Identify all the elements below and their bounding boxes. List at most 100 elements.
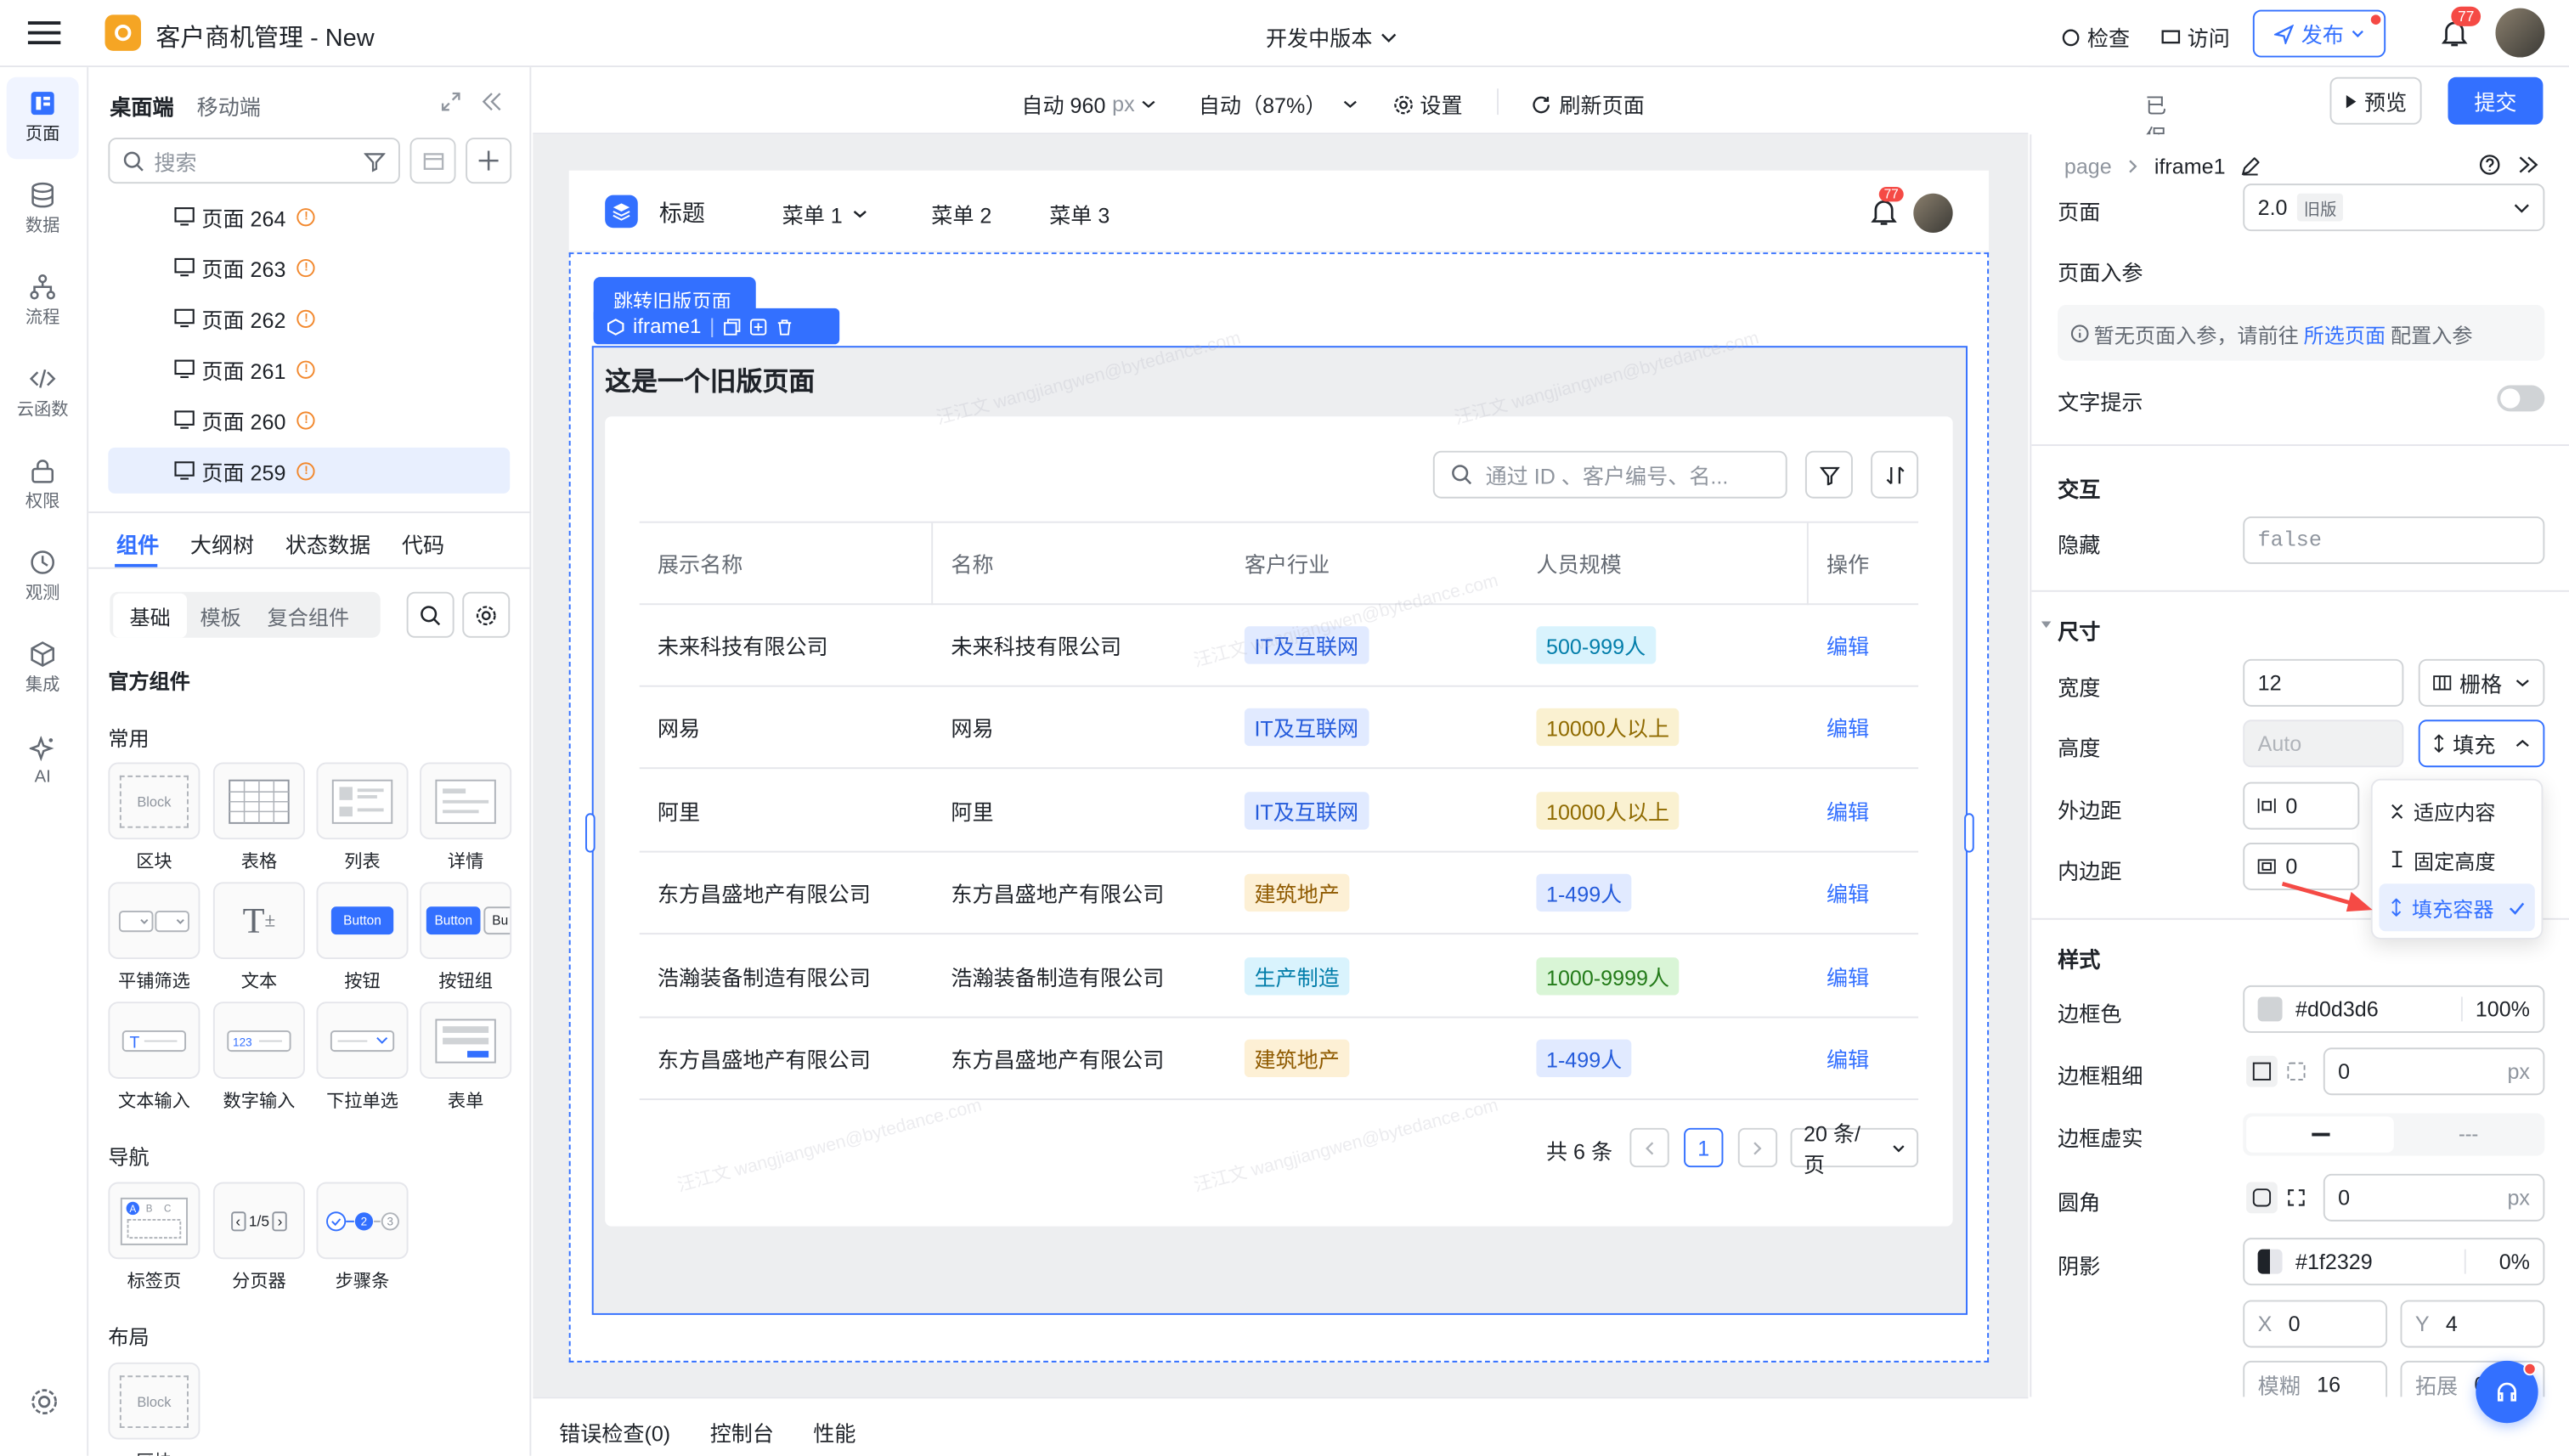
component-detail[interactable]: 详情 (420, 762, 512, 873)
solid-line-option[interactable] (2246, 1116, 2394, 1153)
collapse-panel-icon[interactable] (482, 92, 501, 111)
tree-item-page-selected[interactable]: 页面 259 ! (108, 447, 511, 494)
color-swatch[interactable] (2257, 996, 2283, 1022)
component-select[interactable]: 下拉单选 (316, 1002, 409, 1113)
visit-button[interactable]: 访问 (2161, 21, 2230, 53)
subtab-basic[interactable]: 基础 (113, 592, 188, 637)
hamburger-menu-icon[interactable] (27, 20, 61, 46)
width-mode-select[interactable]: 栅格 (2418, 658, 2545, 707)
component-button[interactable]: Button 按钮 (316, 882, 409, 993)
tab-components[interactable]: 组件 (116, 528, 159, 559)
expand-icon[interactable] (441, 92, 460, 111)
width-selector[interactable]: 自动 960 px (1021, 88, 1155, 120)
radius-all-icon[interactable] (2246, 1182, 2278, 1214)
next-page-button[interactable] (1737, 1127, 1778, 1168)
component-block[interactable]: Block 区块 (108, 1362, 200, 1456)
border-opacity-value[interactable]: 100% (2460, 996, 2530, 1022)
rail-item-flow[interactable]: 流程 (7, 261, 79, 343)
version-selector[interactable]: 开发中版本 (1266, 21, 1397, 53)
component-tiled-filter[interactable]: 平铺筛选 (108, 882, 200, 993)
component-table[interactable]: 表格 (212, 762, 305, 873)
page-size-select[interactable]: 20 条/页 (1790, 1121, 1919, 1177)
params-hint-link[interactable]: 所选页面 (2304, 317, 2386, 348)
dropdown-option-fit-content[interactable]: 适应内容 (2379, 787, 2534, 834)
zoom-selector[interactable]: 自动（87%） (1199, 88, 1358, 120)
border-width-input[interactable]: 0 px (2323, 1047, 2545, 1096)
component-text[interactable]: T ± 文本 (212, 882, 305, 993)
tab-mobile[interactable]: 移动端 (197, 90, 261, 121)
color-swatch[interactable] (2257, 1249, 2283, 1274)
nav-menu-2[interactable]: 菜单 2 (931, 199, 991, 230)
shadow-blur-input[interactable]: 模糊 16 (2243, 1360, 2388, 1397)
tab-outline[interactable]: 大纲树 (190, 528, 254, 559)
margin-input[interactable]: 0 (2243, 782, 2360, 830)
tree-item-page[interactable]: 页面 263 ! (108, 246, 510, 289)
dropdown-option-fixed-height[interactable]: 固定高度 (2379, 834, 2534, 883)
edit-link[interactable]: 编辑 (1827, 795, 1869, 827)
component-pagination[interactable]: ‹ 1/5 › 分页器 (212, 1182, 305, 1294)
border-all-icon[interactable] (2246, 1055, 2278, 1087)
edit-link[interactable]: 编辑 (1827, 961, 1869, 992)
table-filter-button[interactable] (1804, 450, 1853, 499)
shadow-x-input[interactable]: X 0 (2243, 1300, 2388, 1348)
component-number-input[interactable]: 123 数字输入 (212, 1002, 305, 1113)
tree-item-page[interactable]: 页面 261 ! (108, 347, 510, 390)
tab-performance[interactable]: 性能 (813, 1417, 855, 1448)
preview-button[interactable]: 预览 (2329, 76, 2422, 125)
hidden-input[interactable]: false (2243, 516, 2545, 564)
publish-button[interactable]: 发布 (2252, 9, 2386, 58)
nav-menu-1[interactable]: 菜单 1 (782, 199, 867, 230)
edit-link[interactable]: 编辑 (1827, 712, 1869, 743)
submit-button[interactable]: 提交 (2448, 76, 2544, 125)
search-input[interactable]: 搜索 (108, 138, 400, 184)
tree-item-page[interactable]: 页面 260 ! (108, 398, 510, 441)
shadow-opacity-value[interactable]: 0% (2465, 1249, 2530, 1274)
rail-item-page[interactable]: 页面 (6, 76, 79, 160)
help-icon[interactable] (2479, 154, 2500, 175)
rail-item-observe[interactable]: 观测 (7, 536, 79, 618)
add-page-button[interactable] (466, 138, 512, 184)
settings-button[interactable]: 设置 (1394, 88, 1463, 120)
resize-handle-right[interactable] (1964, 813, 1974, 853)
rail-item-integration[interactable]: 集成 (7, 628, 79, 710)
edit-link[interactable]: 编辑 (1827, 629, 1869, 661)
collapse-right-icon[interactable] (2518, 155, 2538, 173)
edit-link[interactable]: 编辑 (1827, 878, 1869, 909)
page-select[interactable]: 2.0 旧版 (2243, 183, 2545, 232)
tab-desktop[interactable]: 桌面端 (110, 90, 173, 121)
gear-icon[interactable] (30, 1387, 59, 1417)
dashed-line-option[interactable] (2394, 1116, 2542, 1152)
avatar[interactable] (1913, 193, 1953, 234)
height-mode-select[interactable]: 填充 (2418, 720, 2545, 768)
caret-down-icon[interactable] (2041, 621, 2052, 629)
table-sort-button[interactable] (1871, 450, 1919, 499)
border-separate-icon[interactable] (2287, 1062, 2306, 1081)
shadow-color-input[interactable]: #1f2329 0% (2243, 1238, 2545, 1286)
rail-item-ai[interactable]: AI (7, 720, 79, 802)
tree-item-page[interactable]: 页面 262 ! (108, 296, 510, 339)
avatar[interactable] (2495, 8, 2545, 58)
component-list[interactable]: 列表 (316, 762, 409, 873)
copy-icon[interactable] (723, 317, 741, 335)
trash-icon[interactable] (776, 317, 793, 335)
tab-console[interactable]: 控制台 (710, 1417, 774, 1448)
table-search-input[interactable]: 通过 ID 、客户编号、名... (1432, 450, 1787, 499)
tooltip-toggle[interactable] (2497, 385, 2545, 412)
subtab-template[interactable]: 模板 (187, 593, 254, 637)
layout-toggle-button[interactable] (409, 138, 456, 184)
tab-state-data[interactable]: 状态数据 (285, 528, 370, 559)
edit-link[interactable]: 编辑 (1827, 1042, 1869, 1074)
tree-item-page[interactable]: 页面 264 ! (108, 195, 510, 238)
support-chat-button[interactable] (2476, 1360, 2538, 1424)
component-tabs[interactable]: AB C 标签页 (108, 1182, 200, 1294)
radius-input[interactable]: 0 px (2323, 1173, 2545, 1222)
resize-handle-left[interactable] (585, 813, 596, 853)
component-search-button[interactable] (406, 591, 455, 638)
component-button-group[interactable]: Button Bu 按钮组 (420, 882, 512, 993)
prev-page-button[interactable] (1629, 1127, 1669, 1168)
tab-code[interactable]: 代码 (402, 528, 444, 559)
width-input[interactable]: 12 (2243, 658, 2404, 707)
radius-corners-icon[interactable] (2287, 1188, 2305, 1206)
dropdown-option-fill-container[interactable]: 填充容器 (2379, 883, 2535, 932)
nav-menu-3[interactable]: 菜单 3 (1049, 199, 1109, 230)
